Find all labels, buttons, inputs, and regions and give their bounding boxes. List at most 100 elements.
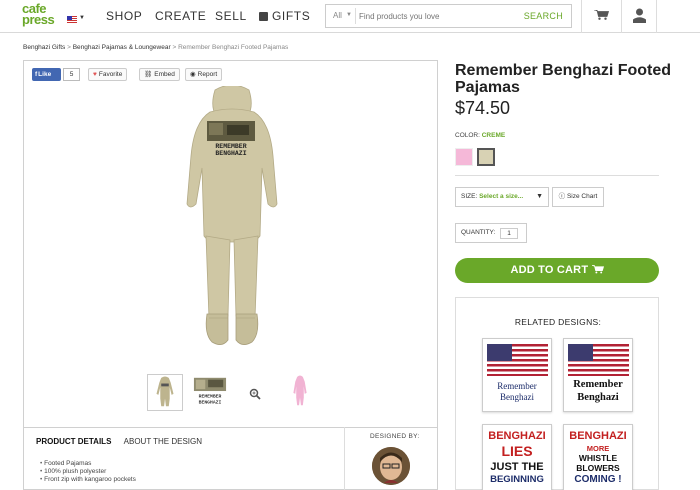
breadcrumb-current: Remember Benghazi Footed Pajamas [178,44,289,51]
card-text: BEGINNING [490,474,544,485]
tab-product-details[interactable]: PRODUCT DETAILS [36,437,111,446]
shopping-cart-icon [594,10,609,20]
color-value: CREME [481,132,506,139]
cafepress-logo[interactable]: cafe press [22,2,66,29]
card-text: BENGHAZI [488,430,546,442]
breadcrumb-separator: > [172,44,177,51]
magnifier-icon[interactable] [249,388,261,400]
facebook-like-button[interactable]: fLike [32,68,61,81]
related-design-card[interactable]: BENGHAZI LIES JUST THE BEGINNING [482,424,552,490]
heart-icon: ♥ [93,71,97,78]
size-chart-button[interactable]: ⓘ Size Chart [552,187,604,207]
details-tabs: PRODUCT DETAILS ABOUT THE DESIGN [36,437,212,446]
card-text: MORE [586,444,610,453]
pajama-thumb-image [156,376,174,407]
product-image-panel: fLike 5 ♥ Favorite ⛓ Embed ◉ Report REMEMBE… [23,60,438,428]
print-thumb-image: REMEMBER BENGHAZI [193,377,227,405]
link-icon: ⛓ [144,71,153,78]
embed-button[interactable]: ⛓ Embed [139,68,180,81]
gift-icon [259,12,268,21]
product-main-image[interactable]: REMEMBER BENGHAZI [182,86,282,351]
report-button[interactable]: ◉ Report [185,68,223,81]
related-designs-panel: RELATED DESIGNS: Remember Benghazi Remem… [455,297,659,490]
add-to-cart-button[interactable]: ADD TO CART [455,258,659,283]
thumbnail-pink[interactable] [283,374,319,411]
report-label: Report [197,71,218,78]
product-details-panel: PRODUCT DETAILS ABOUT THE DESIGN Footed … [23,427,438,490]
facebook-icon: f [35,71,38,78]
card-text: Remember [573,379,623,390]
chevron-down-icon: ▼ [536,193,543,200]
search-scope-select[interactable]: All [333,11,342,20]
color-swatch-pink[interactable] [455,148,473,166]
thumbnail-back[interactable] [147,374,183,411]
print-graphic-text: REMEMBER [215,143,246,150]
size-label: SIZE: [461,193,478,200]
size-chart-label: Size Chart [566,193,598,200]
size-value: Select a size... [479,193,524,200]
divider [455,175,659,176]
card-text: BLOWERS [576,463,620,473]
breadcrumb: Benghazi Gifts > Benghazi Pajamas & Loun… [23,44,288,51]
nav-shop[interactable]: SHOP [106,9,142,23]
nav-sell[interactable]: SELL [215,9,247,23]
account-button[interactable] [621,0,657,33]
breadcrumb-separator: > [67,44,71,51]
us-flag-image [568,344,629,376]
search-bar: All ▼ SEARCH [325,4,572,28]
related-design-card[interactable]: BENGHAZI MORE WHISTLE BLOWERS COMING ! [563,424,633,490]
search-button[interactable]: SEARCH [524,11,563,21]
tab-about-the-design[interactable]: ABOUT THE DESIGN [124,437,202,446]
print-graphic-text-2: BENGHAZI [215,150,246,157]
divider [344,427,345,490]
nav-gifts[interactable]: GIFTS [259,9,310,23]
nav-create[interactable]: CREATE [155,9,206,23]
product-title: Remember Benghazi Footed Pajamas [455,62,672,96]
related-design-card[interactable]: Remember Benghazi [482,338,552,412]
us-flag-icon[interactable] [67,16,77,23]
alert-icon: ◉ [190,71,196,78]
favorite-button[interactable]: ♥ Favorite [88,68,128,81]
user-icon [633,8,646,23]
card-text: WHISTLE [578,453,618,463]
breadcrumb-benghazi-gifts[interactable]: Benghazi Gifts [23,44,65,51]
designer-avatar[interactable] [372,447,410,485]
feature-list: Footed Pajamas 100% plush polyester Fron… [40,460,136,484]
quantity-input[interactable] [500,228,518,239]
us-flag-image [487,344,548,376]
feature-item: 100% plush polyester [40,468,136,476]
card-text: JUST THE [490,461,544,473]
logo-line2: press [22,12,55,27]
chevron-down-icon[interactable]: ▼ [79,15,85,21]
card-text: Benghazi [500,392,534,402]
color-label-text: COLOR: [455,132,480,139]
top-nav-bar: cafe press ▼ SHOP CREATE SELL GIFTS All … [0,0,700,33]
search-input[interactable] [359,9,509,23]
color-swatch-creme[interactable] [477,148,495,166]
card-text: COMING ! [574,474,622,485]
feature-item: Footed Pajamas [40,460,136,468]
size-select[interactable]: SIZE: Select a size... ▼ [455,187,549,207]
add-to-cart-label: ADD TO CART [510,264,589,276]
breadcrumb-pajamas[interactable]: Benghazi Pajamas & Loungewear [73,44,171,51]
favorite-label: Favorite [98,71,123,78]
card-text: BENGHAZI [569,430,627,442]
chevron-down-icon[interactable]: ▼ [346,12,352,18]
quantity-label: QUANTITY: [461,229,496,236]
avatar-image [372,447,410,485]
thumbnail-print[interactable]: REMEMBER BENGHAZI [193,374,229,411]
info-icon: ⓘ [558,193,566,200]
card-text: Remember [497,381,537,391]
product-price: $74.50 [455,98,511,118]
cart-button[interactable] [581,0,621,33]
pink-pajama-thumb-image [293,375,307,406]
related-design-card[interactable]: Remember Benghazi [563,338,633,412]
nav-gifts-label: GIFTS [272,9,311,23]
quantity-box: QUANTITY: [455,223,527,243]
related-designs-title: RELATED DESIGNS: [514,317,602,327]
search-divider [355,8,356,24]
facebook-like-count: 5 [63,68,80,81]
embed-label: Embed [154,71,175,78]
feature-item: Front zip with kangaroo pockets [40,476,136,484]
print-thumb-text-2: BENGHAZI [199,399,222,405]
